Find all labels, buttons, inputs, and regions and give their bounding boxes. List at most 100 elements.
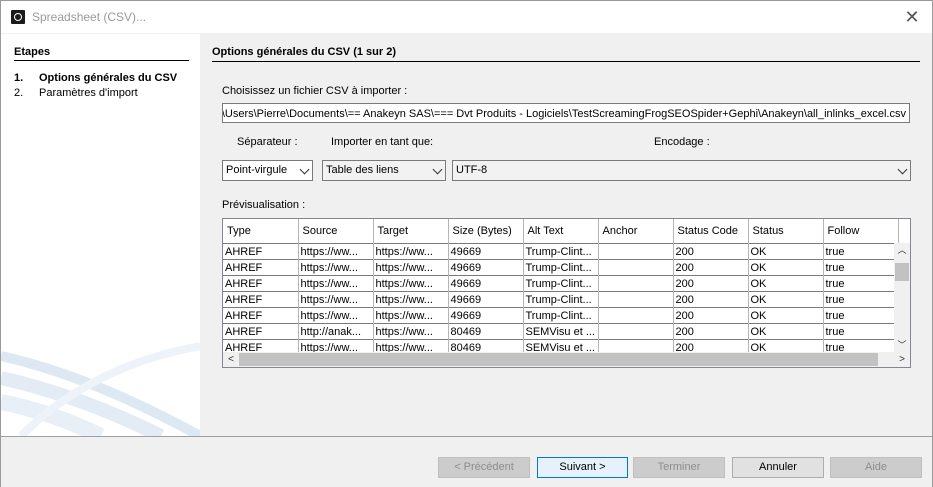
table-row[interactable]: AHREF https://ww... https://ww... 49669 Trum… (223, 243, 899, 260)
table-cell: https://ww... (298, 307, 374, 324)
cancel-button[interactable]: Annuler (732, 457, 824, 478)
decorative-swirl-graphic (1, 342, 200, 436)
file-path-field[interactable]: C:\Users\Pierre\Documents\== Anakeyn SAS… (222, 103, 910, 123)
import-as-select[interactable]: Table des liens (322, 160, 446, 181)
chevron-down-icon (897, 164, 908, 175)
table-cell: https://ww... (373, 291, 449, 308)
table-cell: OK (748, 243, 824, 260)
table-row[interactable]: AHREF https://ww... https://ww... 49669 Trum… (223, 307, 899, 324)
table-cell: AHREF (223, 243, 299, 260)
table-cell: https://ww... (298, 291, 374, 308)
wizard-content-panel: Options générales du CSV (1 sur 2) Chois… (201, 34, 932, 436)
table-cell: AHREF (223, 307, 299, 324)
separator-label: Séparateur : (237, 136, 298, 148)
gephi-logo-icon (11, 10, 25, 24)
chevron-down-icon (432, 164, 443, 175)
title-bar: Spreadsheet (CSV)... ✕ (1, 1, 932, 33)
column-header[interactable]: Anchor (598, 219, 674, 244)
step-label: Options générales du CSV (39, 72, 178, 84)
table-cell: AHREF (223, 275, 299, 292)
step-item-import-parameters: 2. Paramètres d'import (14, 87, 138, 99)
separator-select[interactable]: Point-virgule (222, 160, 313, 181)
import-wizard-dialog: Spreadsheet (CSV)... ✕ Etapes 1. Options … (0, 0, 933, 487)
table-row[interactable]: AHREF http://anak... https://ww... 80469 SEM… (223, 323, 899, 340)
scroll-left-icon[interactable]: < (223, 352, 239, 367)
preview-grid: Type Source Target Size (Bytes) Alt Text Anch… (223, 219, 899, 355)
table-cell: OK (748, 323, 824, 340)
table-cell: https://ww... (373, 323, 449, 340)
column-header[interactable]: Target (373, 219, 449, 244)
table-cell: 200 (673, 259, 749, 276)
next-button[interactable]: Suivant > (537, 457, 628, 478)
column-header[interactable]: Source (298, 219, 374, 244)
table-cell: 200 (673, 291, 749, 308)
encoding-value: UTF-8 (456, 164, 488, 176)
table-cell: true (823, 323, 899, 340)
table-cell: AHREF (223, 291, 299, 308)
table-cell: OK (748, 291, 824, 308)
table-cell: https://ww... (298, 275, 374, 292)
table-cell: http://anak... (298, 323, 374, 340)
table-cell: Trump-Clint... (523, 291, 599, 308)
table-cell: 49669 (448, 275, 524, 292)
step-number: 1. (14, 72, 24, 84)
table-row[interactable]: AHREF https://ww... https://ww... 49669 Trum… (223, 291, 899, 308)
file-path-value: C:\Users\Pierre\Documents\== Anakeyn SAS… (222, 108, 906, 120)
vertical-scroll-thumb[interactable] (895, 263, 909, 281)
vertical-scrollbar[interactable]: ︿ ﹀ (894, 243, 910, 352)
column-header[interactable]: Alt Text (523, 219, 599, 244)
steps-sidebar: Etapes 1. Options générales du CSV 2. Para… (1, 34, 200, 436)
column-header[interactable]: Type (223, 219, 299, 244)
page-title: Options générales du CSV (1 sur 2) (212, 46, 920, 62)
table-cell: Trump-Clint... (523, 307, 599, 324)
column-header[interactable]: Size (Bytes) (448, 219, 524, 244)
table-cell: 49669 (448, 259, 524, 276)
table-cell (598, 259, 674, 276)
preview-label: Prévisualisation : (222, 199, 306, 211)
table-cell: true (823, 307, 899, 324)
step-item-general-options: 1. Options générales du CSV (14, 72, 177, 84)
table-cell: 49669 (448, 243, 524, 260)
table-cell: https://ww... (298, 243, 374, 260)
scroll-right-icon[interactable]: > (894, 352, 910, 367)
table-cell: OK (748, 259, 824, 276)
steps-heading: Etapes (14, 46, 189, 61)
horizontal-scrollbar[interactable]: < > (223, 352, 910, 367)
table-row[interactable]: AHREF https://ww... https://ww... 49669 Trum… (223, 275, 899, 292)
table-cell: OK (748, 307, 824, 324)
table-cell: true (823, 275, 899, 292)
window-title: Spreadsheet (CSV)... (32, 10, 147, 24)
table-cell: SEMVisu et ... (523, 323, 599, 340)
table-row[interactable]: AHREF https://ww... https://ww... 49669 Trum… (223, 259, 899, 276)
scroll-up-icon[interactable]: ︿ (894, 243, 910, 257)
step-number: 2. (14, 87, 24, 99)
table-cell: https://ww... (373, 243, 449, 260)
column-header[interactable]: Status Code (673, 219, 749, 244)
close-icon[interactable]: ✕ (902, 7, 922, 27)
help-button[interactable]: Aide (830, 457, 922, 478)
encoding-select[interactable]: UTF-8 (452, 160, 911, 181)
import-as-value: Table des liens (326, 164, 399, 176)
column-header[interactable]: Status (748, 219, 824, 244)
table-cell: 80469 (448, 323, 524, 340)
column-header[interactable]: Follow (823, 219, 899, 244)
chevron-down-icon (299, 164, 310, 175)
table-cell: 200 (673, 323, 749, 340)
table-cell: 200 (673, 275, 749, 292)
table-cell: https://ww... (373, 259, 449, 276)
wizard-button-bar: < Précédent Suivant > Terminer Annuler A… (1, 436, 932, 487)
finish-button[interactable]: Terminer (633, 457, 725, 478)
file-label: Choisissez un fichier CSV à importer : (222, 85, 408, 97)
table-cell (598, 275, 674, 292)
preview-table[interactable]: Type Source Target Size (Bytes) Alt Text Anch… (222, 218, 911, 368)
table-cell: https://ww... (373, 275, 449, 292)
table-header-row: Type Source Target Size (Bytes) Alt Text Anch… (223, 219, 899, 244)
table-cell: 200 (673, 307, 749, 324)
table-cell: 49669 (448, 307, 524, 324)
table-cell: https://ww... (298, 259, 374, 276)
separator-value: Point-virgule (226, 164, 288, 176)
horizontal-scroll-thumb[interactable] (239, 353, 878, 366)
scroll-down-icon[interactable]: ﹀ (894, 338, 910, 352)
previous-button[interactable]: < Précédent (438, 457, 530, 478)
table-cell: true (823, 259, 899, 276)
